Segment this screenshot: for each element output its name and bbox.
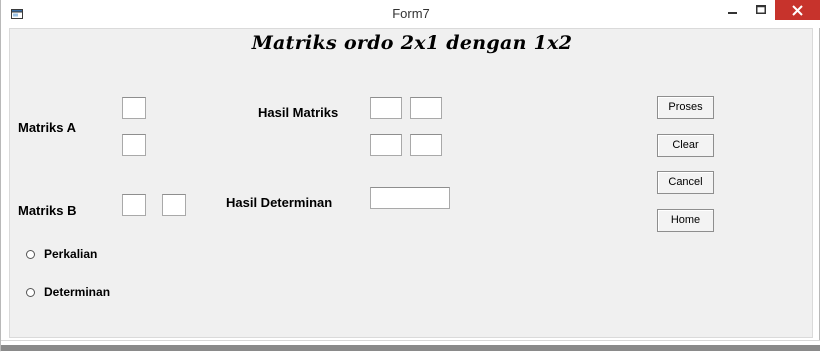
hasil-determinan-input[interactable] <box>370 187 450 209</box>
clear-button[interactable]: Clear <box>657 134 714 157</box>
minimize-button[interactable] <box>719 0 747 20</box>
window-title: Form7 <box>392 6 430 21</box>
close-icon <box>792 4 803 16</box>
home-button[interactable]: Home <box>657 209 714 232</box>
form-heading: Matriks ordo 2x1 dengan 1x2 <box>251 32 573 54</box>
radio-determinan[interactable]: Determinan <box>26 285 110 299</box>
radio-perkalian-label: Perkalian <box>44 247 98 261</box>
matriks-b-label: Matriks B <box>18 203 77 218</box>
proses-button[interactable]: Proses <box>657 96 714 119</box>
close-button[interactable] <box>775 0 820 20</box>
hasil-determinan-label: Hasil Determinan <box>226 195 333 210</box>
radio-perkalian[interactable]: Perkalian <box>26 247 97 261</box>
radio-button-icon[interactable] <box>26 249 35 259</box>
maximize-icon <box>756 5 766 14</box>
hasil-matriks-label: Hasil Matriks <box>258 105 339 120</box>
radio-determinan-label: Determinan <box>44 285 111 299</box>
cancel-button[interactable]: Cancel <box>657 171 714 194</box>
taskbar-strip <box>1 345 820 351</box>
hasil-matriks-r1c1[interactable] <box>370 97 402 119</box>
title-bar[interactable]: Form7 <box>1 0 820 28</box>
form-client-area: Matriks ordo 2x1 dengan 1x2 Matriks A Ma… <box>9 28 813 338</box>
minimize-icon <box>728 12 737 14</box>
hasil-matriks-r2c1[interactable] <box>370 134 402 156</box>
hasil-matriks-r1c2[interactable] <box>410 97 442 119</box>
matriks-b-input-1[interactable] <box>122 194 146 216</box>
matriks-a-input-2[interactable] <box>122 134 146 156</box>
matriks-a-label: Matriks A <box>18 120 77 135</box>
hasil-matriks-r2c2[interactable] <box>410 134 442 156</box>
radio-button-icon[interactable] <box>26 287 35 297</box>
matriks-a-input-1[interactable] <box>122 97 146 119</box>
matriks-b-input-2[interactable] <box>162 194 186 216</box>
form-window: Form7 Matriks ordo 2x1 dengan 1x2 Matrik… <box>0 0 820 352</box>
maximize-button[interactable] <box>747 0 775 20</box>
